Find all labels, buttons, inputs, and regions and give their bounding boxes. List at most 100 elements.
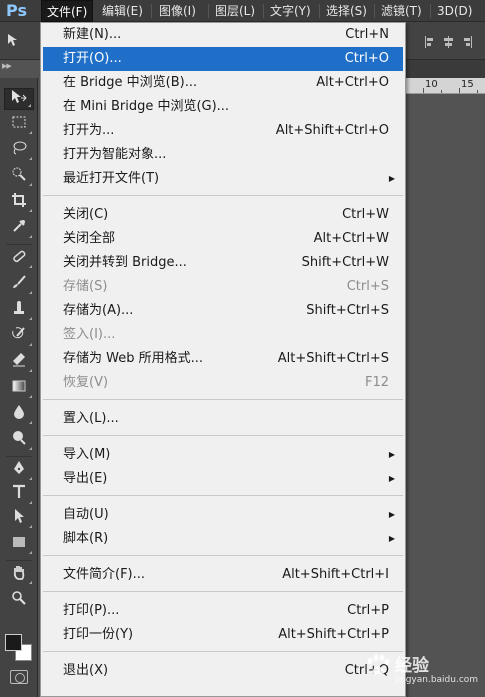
menu-3d[interactable]: 3D(D) <box>432 0 477 22</box>
menu-item-exit[interactable]: 退出(X) Ctrl+Q <box>43 659 403 683</box>
quick-selection-tool-icon[interactable] <box>4 166 34 188</box>
menu-filter[interactable]: 滤镜(T) <box>376 0 427 22</box>
menu-item-print[interactable]: 打印(P)... Ctrl+P <box>43 599 403 623</box>
align-icons[interactable] <box>424 34 484 50</box>
menu-item-label: 最近打开文件(T) <box>63 171 160 186</box>
menu-item-scripts[interactable]: 脚本(R) ▶ <box>43 527 403 551</box>
menu-separator <box>43 591 403 592</box>
menu-item-label: 关闭全部 <box>63 231 116 246</box>
foreground-color-swatch[interactable] <box>5 634 22 651</box>
menu-item-label: 文件简介(F)... <box>63 567 146 582</box>
menu-item-save-for-web[interactable]: 存储为 Web 所用格式... Alt+Shift+Ctrl+S <box>43 347 403 371</box>
collapse-panel-icon[interactable]: ▶▶ <box>2 60 38 72</box>
menu-item-shortcut: Alt+Shift+Ctrl+I <box>282 567 389 582</box>
menu-item-label: 关闭并转到 Bridge... <box>63 255 187 270</box>
menu-item-shortcut: Ctrl+W <box>342 207 389 222</box>
eraser-tool-icon[interactable] <box>4 352 34 374</box>
menu-type[interactable]: 文字(Y) <box>265 0 316 22</box>
rectangle-tool-icon[interactable] <box>4 534 34 556</box>
ruler-label: 15 <box>461 79 474 90</box>
menu-separator <box>43 195 403 196</box>
menu-edit[interactable]: 编辑(E) <box>97 0 148 22</box>
hand-tool-icon[interactable] <box>4 564 34 586</box>
zoom-tool-icon[interactable] <box>4 590 34 612</box>
menu-item-shortcut: Alt+Shift+Ctrl+P <box>278 627 389 642</box>
ruler-tick <box>477 90 478 93</box>
eyedropper-tool-icon[interactable] <box>4 218 34 240</box>
type-tool-icon[interactable] <box>4 484 34 506</box>
menu-item-label: 在 Bridge 中浏览(B)... <box>63 75 198 90</box>
marquee-tool-icon[interactable] <box>4 114 34 136</box>
menu-item-shortcut: F12 <box>364 375 389 390</box>
file-menu-dropdown: 新建(N)... Ctrl+N 打开(O)... Ctrl+O 在 Bridge… <box>40 22 406 697</box>
menu-item-label: 打开为智能对象... <box>63 147 167 162</box>
submenu-arrow-icon: ▶ <box>388 534 395 543</box>
menu-item-shortcut: Ctrl+P <box>347 603 389 618</box>
menu-item-open-as[interactable]: 打开为... Alt+Shift+Ctrl+O <box>43 119 403 143</box>
history-brush-tool-icon[interactable] <box>4 326 34 348</box>
menu-divider <box>319 4 320 18</box>
menu-item-open-as-smart-object[interactable]: 打开为智能对象... <box>43 143 403 167</box>
menu-item-label: 退出(X) <box>63 663 109 678</box>
path-selection-tool-icon[interactable] <box>4 508 34 530</box>
horizontal-ruler: 10 15 <box>405 78 485 94</box>
menu-item-save-as[interactable]: 存储为(A)... Shift+Ctrl+S <box>43 299 403 323</box>
menu-item-file-info[interactable]: 文件简介(F)... Alt+Shift+Ctrl+I <box>43 563 403 587</box>
quick-mask-icon[interactable] <box>10 670 28 684</box>
menu-item-label: 脚本(R) <box>63 531 109 546</box>
photoshop-logo: Ps <box>6 1 27 20</box>
menu-item-close[interactable]: 关闭(C) Ctrl+W <box>43 203 403 227</box>
menu-item-shortcut: Ctrl+N <box>345 27 389 42</box>
submenu-arrow-icon: ▶ <box>388 174 395 183</box>
tools-panel: ■ ↻ <box>0 78 38 697</box>
menu-item-label: 存储(S) <box>63 279 108 294</box>
menu-item-new[interactable]: 新建(N)... Ctrl+N <box>43 23 403 47</box>
menu-item-label: 签入(I)... <box>63 327 116 342</box>
crop-tool-icon[interactable] <box>4 192 34 214</box>
menu-item-label: 新建(N)... <box>63 27 122 42</box>
menu-select[interactable]: 选择(S) <box>321 0 372 22</box>
menu-item-label: 打印(P)... <box>63 603 120 618</box>
menu-item-browse-in-mini-bridge[interactable]: 在 Mini Bridge 中浏览(G)... <box>43 95 403 119</box>
menu-item-place[interactable]: 置入(L)... <box>43 407 403 431</box>
menu-separator <box>43 651 403 652</box>
gradient-tool-icon[interactable] <box>4 378 34 400</box>
tool-divider <box>6 456 32 457</box>
dodge-tool-icon[interactable] <box>4 430 34 452</box>
menu-item-browse-in-bridge[interactable]: 在 Bridge 中浏览(B)... Alt+Ctrl+O <box>43 71 403 95</box>
menu-item-label: 导出(E) <box>63 471 108 486</box>
menu-item-open-recent[interactable]: 最近打开文件(T) ▶ <box>43 167 403 191</box>
menu-item-shortcut: Shift+Ctrl+S <box>306 303 389 318</box>
paw-logo-icon <box>367 654 390 675</box>
menu-image[interactable]: 图像(I) <box>154 0 201 22</box>
menu-divider <box>263 4 264 18</box>
menu-item-save: 存储(S) Ctrl+S <box>43 275 403 299</box>
healing-brush-tool-icon[interactable] <box>4 248 34 270</box>
menu-separator <box>43 555 403 556</box>
move-tool-icon[interactable] <box>6 32 22 48</box>
menu-separator <box>43 399 403 400</box>
menu-item-close-all[interactable]: 关闭全部 Alt+Ctrl+W <box>43 227 403 251</box>
lasso-tool-icon[interactable] <box>4 140 34 162</box>
menu-separator <box>43 435 403 436</box>
menu-item-label: 恢复(V) <box>63 375 109 390</box>
brush-tool-icon[interactable] <box>4 274 34 296</box>
submenu-arrow-icon: ▶ <box>388 450 395 459</box>
pen-tool-icon[interactable] <box>4 460 34 482</box>
menu-item-open[interactable]: 打开(O)... Ctrl+O <box>43 47 403 71</box>
menu-item-import[interactable]: 导入(M) ▶ <box>43 443 403 467</box>
menu-item-shortcut: Shift+Ctrl+W <box>301 255 389 270</box>
move-tool-icon[interactable] <box>4 88 34 110</box>
menu-item-close-and-go-to-bridge[interactable]: 关闭并转到 Bridge... Shift+Ctrl+W <box>43 251 403 275</box>
ruler-tick <box>459 88 460 93</box>
tool-divider <box>6 560 32 561</box>
baidu-jingyan-watermark: 经验 jingyan.baidu.com <box>365 648 485 693</box>
menu-item-export[interactable]: 导出(E) ▶ <box>43 467 403 491</box>
clone-stamp-tool-icon[interactable] <box>4 300 34 322</box>
menu-item-print-one-copy[interactable]: 打印一份(Y) Alt+Shift+Ctrl+P <box>43 623 403 647</box>
menu-item-automate[interactable]: 自动(U) ▶ <box>43 503 403 527</box>
menu-file[interactable]: 文件(F) <box>41 0 94 22</box>
menu-layer[interactable]: 图层(L) <box>210 0 260 22</box>
watermark-text: 经验 <box>395 656 429 676</box>
blur-tool-icon[interactable] <box>4 404 34 426</box>
